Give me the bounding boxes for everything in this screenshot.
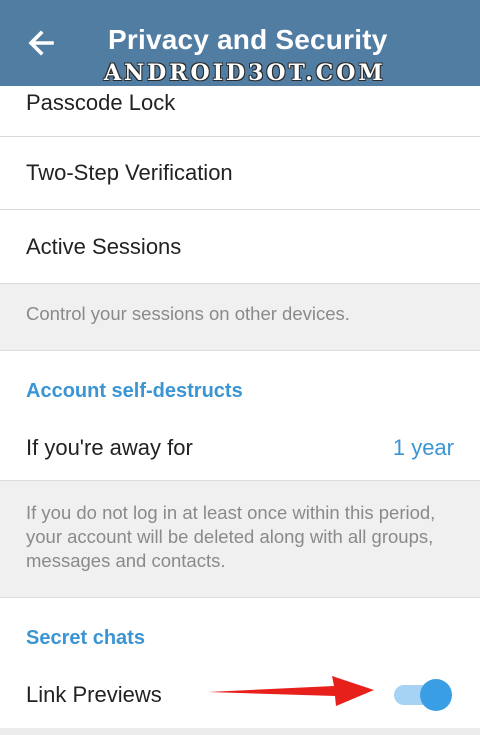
away-for-value: 1 year <box>392 435 454 460</box>
two-step-verification-item[interactable]: Two-Step Verification <box>0 137 480 209</box>
list-bottom-edge <box>0 728 480 735</box>
sessions-info-text: Control your sessions on other devices. <box>0 283 480 351</box>
annotation-arrow-icon <box>208 676 374 706</box>
back-button[interactable] <box>22 26 62 60</box>
passcode-lock-item[interactable]: Passcode Lock <box>0 86 480 136</box>
secret-chats-header: Secret chats <box>26 627 145 649</box>
link-previews-label: Link Previews <box>26 682 162 707</box>
away-for-row[interactable]: If you're away for 1 year <box>0 420 480 476</box>
link-previews-toggle[interactable] <box>390 678 454 712</box>
page-title: Privacy and Security <box>108 24 388 55</box>
arrow-left-icon <box>28 30 54 56</box>
toggle-knob <box>420 679 452 711</box>
self-destruct-info-text: If you do not log in at least once withi… <box>0 480 480 598</box>
watermark-text: ANDROID3OT.COM <box>104 60 386 86</box>
active-sessions-label: Active Sessions <box>26 233 182 259</box>
app-bar: Privacy and Security ANDROID3OT.COM <box>0 0 480 86</box>
account-self-destructs-header: Account self-destructs <box>26 380 243 402</box>
active-sessions-item[interactable]: Active Sessions <box>0 210 480 283</box>
two-step-verification-label: Two-Step Verification <box>26 160 233 185</box>
passcode-lock-label: Passcode Lock <box>26 90 176 115</box>
away-for-label: If you're away for <box>26 435 193 460</box>
